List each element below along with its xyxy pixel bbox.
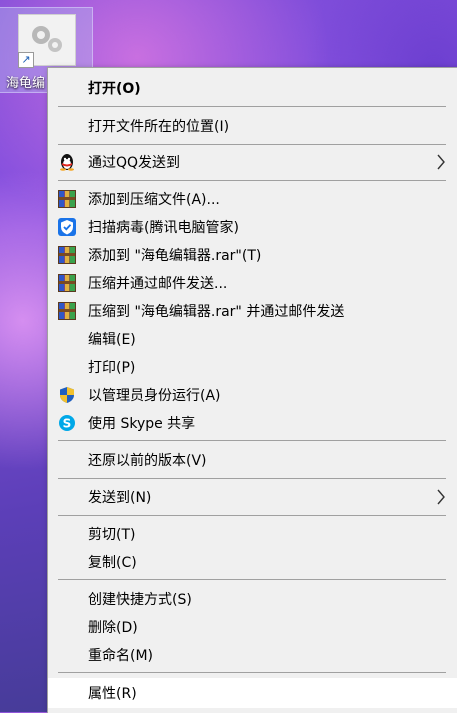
menu-separator <box>58 579 446 580</box>
menu-item-label: 重命名(M) <box>88 648 154 664</box>
menu-separator <box>58 478 446 479</box>
menu-item-cut[interactable]: 剪切(T) <box>48 521 457 547</box>
menu-item-label: 压缩到 "海龟编辑器.rar" 并通过邮件发送 <box>88 304 345 320</box>
menu-item-label: 添加到压缩文件(A)... <box>88 192 220 208</box>
menu-item-share-skype[interactable]: S 使用 Skype 共享 <box>48 410 457 436</box>
menu-item-label: 还原以前的版本(V) <box>88 453 207 469</box>
menu-item-compress-email[interactable]: 压缩并通过邮件发送... <box>48 270 457 296</box>
skype-icon: S <box>58 414 76 432</box>
menu-item-add-archive[interactable]: 添加到压缩文件(A)... <box>48 186 457 212</box>
winrar-icon <box>58 302 76 320</box>
menu-item-label: 打开(O) <box>88 81 141 97</box>
menu-item-label: 添加到 "海龟编辑器.rar"(T) <box>88 248 262 264</box>
qq-penguin-icon <box>58 153 76 171</box>
menu-item-copy[interactable]: 复制(C) <box>48 549 457 575</box>
menu-item-label: 使用 Skype 共享 <box>88 416 196 432</box>
menu-item-label: 发送到(N) <box>88 490 152 506</box>
winrar-icon <box>58 274 76 292</box>
shortcut-arrow-icon: ↗ <box>18 52 34 68</box>
menu-separator <box>58 672 446 673</box>
menu-item-properties[interactable]: 属性(R) <box>48 678 457 708</box>
chevron-right-icon <box>436 489 446 505</box>
menu-item-label: 创建快捷方式(S) <box>88 592 192 608</box>
menu-item-rename[interactable]: 重命名(M) <box>48 642 457 668</box>
menu-item-label: 属性(R) <box>88 686 137 702</box>
uac-shield-icon <box>58 386 76 404</box>
menu-separator <box>58 515 446 516</box>
winrar-icon <box>58 190 76 208</box>
menu-item-open[interactable]: 打开(O) <box>48 75 457 101</box>
menu-separator <box>58 440 446 441</box>
menu-item-create-shortcut[interactable]: 创建快捷方式(S) <box>48 586 457 612</box>
menu-item-add-rar[interactable]: 添加到 "海龟编辑器.rar"(T) <box>48 242 457 268</box>
menu-item-send-to[interactable]: 发送到(N) <box>48 484 457 510</box>
menu-item-open-location[interactable]: 打开文件所在的位置(I) <box>48 113 457 139</box>
menu-item-compress-rar-email[interactable]: 压缩到 "海龟编辑器.rar" 并通过邮件发送 <box>48 298 457 324</box>
menu-item-label: 扫描病毒(腾讯电脑管家) <box>88 220 239 236</box>
menu-separator <box>58 106 446 107</box>
menu-item-print[interactable]: 打印(P) <box>48 354 457 380</box>
chevron-right-icon <box>436 154 446 170</box>
menu-item-edit[interactable]: 编辑(E) <box>48 326 457 352</box>
menu-item-scan-virus[interactable]: 扫描病毒(腾讯电脑管家) <box>48 214 457 240</box>
svg-text:S: S <box>63 417 72 431</box>
menu-separator <box>58 180 446 181</box>
menu-item-label: 压缩并通过邮件发送... <box>88 276 228 292</box>
menu-item-run-as-admin[interactable]: 以管理员身份运行(A) <box>48 382 457 408</box>
menu-item-label: 删除(D) <box>88 620 138 636</box>
menu-item-delete[interactable]: 删除(D) <box>48 614 457 640</box>
menu-item-restore-versions[interactable]: 还原以前的版本(V) <box>48 447 457 473</box>
menu-item-label: 剪切(T) <box>88 527 136 543</box>
tencent-shield-icon <box>58 218 76 236</box>
desktop-icon-label: 海龟编 <box>6 76 46 91</box>
menu-item-label: 通过QQ发送到 <box>88 155 181 171</box>
menu-item-label: 打印(P) <box>88 360 136 376</box>
winrar-icon <box>58 246 76 264</box>
menu-item-send-qq[interactable]: 通过QQ发送到 <box>48 149 457 175</box>
menu-separator <box>58 144 446 145</box>
menu-item-label: 复制(C) <box>88 555 137 571</box>
menu-item-label: 编辑(E) <box>88 332 136 348</box>
context-menu: 打开(O) 打开文件所在的位置(I) 通过QQ发送到 添加到压缩文件(A)... <box>47 67 457 713</box>
menu-item-label: 以管理员身份运行(A) <box>88 388 221 404</box>
menu-item-label: 打开文件所在的位置(I) <box>88 119 230 135</box>
